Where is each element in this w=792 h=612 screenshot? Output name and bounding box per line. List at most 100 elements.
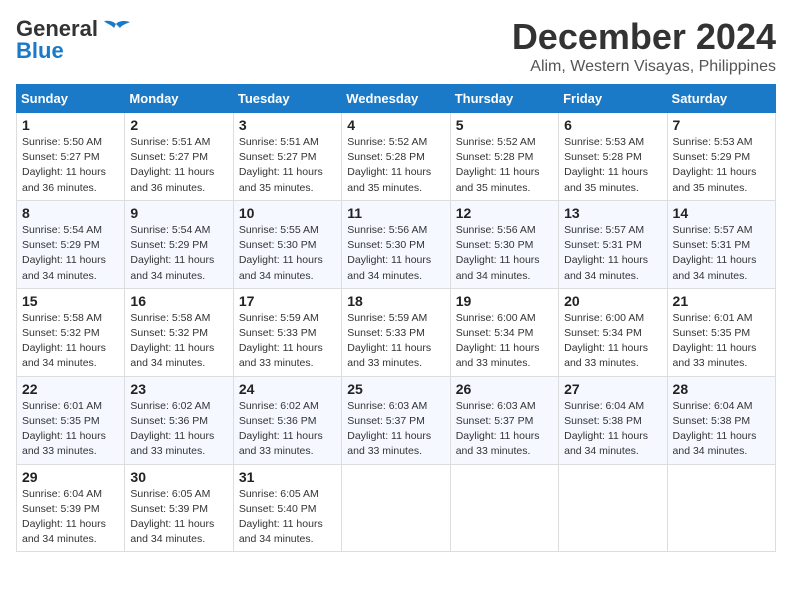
calendar-cell: 20Sunrise: 6:00 AMSunset: 5:34 PMDayligh… (559, 288, 667, 376)
day-number: 24 (239, 381, 336, 397)
calendar-cell: 24 Sunrise: 6:02 AMSunset: 5:36 PMDayligh… (233, 376, 341, 464)
day-info: Sunrise: 5:57 AMSunset: 5:31 PMDaylight:… (673, 223, 770, 284)
calendar-cell: 10Sunrise: 5:55 AMSunset: 5:30 PMDayligh… (233, 200, 341, 288)
calendar-cell: 4Sunrise: 5:52 AMSunset: 5:28 PMDaylight… (342, 113, 450, 201)
calendar-cell (559, 464, 667, 552)
day-info: Sunrise: 5:53 AMSunset: 5:29 PMDaylight:… (673, 135, 770, 196)
calendar-cell: 14 Sunrise: 5:57 AMSunset: 5:31 PMDayligh… (667, 200, 775, 288)
day-number: 29 (22, 469, 119, 485)
day-info: Sunrise: 5:51 AMSunset: 5:27 PMDaylight:… (130, 135, 227, 196)
day-number: 28 (673, 381, 770, 397)
day-info: Sunrise: 6:02 AMSunset: 5:36 PMDaylight:… (130, 399, 227, 460)
day-number: 19 (456, 293, 553, 309)
calendar-cell: 18 Sunrise: 5:59 AMSunset: 5:33 PMDayligh… (342, 288, 450, 376)
day-info: Sunrise: 5:51 AMSunset: 5:27 PMDaylight:… (239, 135, 336, 196)
day-number: 21 (673, 293, 770, 309)
calendar-cell: 28 Sunrise: 6:04 AMSunset: 5:38 PMDayligh… (667, 376, 775, 464)
day-info: Sunrise: 5:58 AMSunset: 5:32 PMDaylight:… (130, 311, 227, 372)
day-info: Sunrise: 6:00 AMSunset: 5:34 PMDaylight:… (456, 311, 553, 372)
day-info: Sunrise: 6:04 AMSunset: 5:39 PMDaylight:… (22, 487, 119, 548)
calendar-day-header: Friday (559, 85, 667, 113)
calendar-cell (667, 464, 775, 552)
calendar-day-header: Monday (125, 85, 233, 113)
day-number: 18 (347, 293, 444, 309)
day-info: Sunrise: 5:55 AMSunset: 5:30 PMDaylight:… (239, 223, 336, 284)
calendar-cell: 23 Sunrise: 6:02 AMSunset: 5:36 PMDayligh… (125, 376, 233, 464)
day-info: Sunrise: 6:02 AMSunset: 5:36 PMDaylight:… (239, 399, 336, 460)
day-number: 5 (456, 117, 553, 133)
calendar-cell: 13 Sunrise: 5:57 AMSunset: 5:31 PMDayligh… (559, 200, 667, 288)
day-number: 30 (130, 469, 227, 485)
day-number: 16 (130, 293, 227, 309)
calendar-cell: 3 Sunrise: 5:51 AMSunset: 5:27 PMDaylight… (233, 113, 341, 201)
page-subtitle: Alim, Western Visayas, Philippines (512, 58, 776, 76)
day-info: Sunrise: 6:00 AMSunset: 5:34 PMDaylight:… (564, 311, 661, 372)
day-number: 31 (239, 469, 336, 485)
day-info: Sunrise: 5:54 AMSunset: 5:29 PMDaylight:… (22, 223, 119, 284)
day-number: 13 (564, 205, 661, 221)
calendar-cell: 29 Sunrise: 6:04 AMSunset: 5:39 PMDayligh… (17, 464, 125, 552)
day-number: 3 (239, 117, 336, 133)
calendar-week-row: 1 Sunrise: 5:50 AMSunset: 5:27 PMDaylight… (17, 113, 776, 201)
calendar-cell: 30 Sunrise: 6:05 AMSunset: 5:39 PMDayligh… (125, 464, 233, 552)
calendar-body: 1 Sunrise: 5:50 AMSunset: 5:27 PMDaylight… (17, 113, 776, 552)
calendar-cell: 12 Sunrise: 5:56 AMSunset: 5:30 PMDayligh… (450, 200, 558, 288)
day-info: Sunrise: 6:03 AMSunset: 5:37 PMDaylight:… (347, 399, 444, 460)
calendar-table: SundayMondayTuesdayWednesdayThursdayFrid… (16, 84, 776, 552)
day-info: Sunrise: 5:58 AMSunset: 5:32 PMDaylight:… (22, 311, 119, 372)
calendar-week-row: 29 Sunrise: 6:04 AMSunset: 5:39 PMDayligh… (17, 464, 776, 552)
calendar-cell: 22Sunrise: 6:01 AMSunset: 5:35 PMDayligh… (17, 376, 125, 464)
calendar-cell: 19 Sunrise: 6:00 AMSunset: 5:34 PMDayligh… (450, 288, 558, 376)
calendar-day-header: Wednesday (342, 85, 450, 113)
calendar-day-header: Saturday (667, 85, 775, 113)
calendar-cell: 6 Sunrise: 5:53 AMSunset: 5:28 PMDaylight… (559, 113, 667, 201)
calendar-week-row: 8 Sunrise: 5:54 AMSunset: 5:29 PMDaylight… (17, 200, 776, 288)
calendar-header: SundayMondayTuesdayWednesdayThursdayFrid… (17, 85, 776, 113)
day-info: Sunrise: 5:56 AMSunset: 5:30 PMDaylight:… (456, 223, 553, 284)
day-info: Sunrise: 5:53 AMSunset: 5:28 PMDaylight:… (564, 135, 661, 196)
calendar-day-header: Tuesday (233, 85, 341, 113)
calendar-cell: 31 Sunrise: 6:05 AMSunset: 5:40 PMDayligh… (233, 464, 341, 552)
day-info: Sunrise: 5:50 AMSunset: 5:27 PMDaylight:… (22, 135, 119, 196)
calendar-day-header: Thursday (450, 85, 558, 113)
day-number: 1 (22, 117, 119, 133)
calendar-cell: 2 Sunrise: 5:51 AMSunset: 5:27 PMDaylight… (125, 113, 233, 201)
day-number: 11 (347, 205, 444, 221)
day-number: 12 (456, 205, 553, 221)
day-info: Sunrise: 5:59 AMSunset: 5:33 PMDaylight:… (347, 311, 444, 372)
calendar-cell: 15 Sunrise: 5:58 AMSunset: 5:32 PMDayligh… (17, 288, 125, 376)
day-number: 14 (673, 205, 770, 221)
day-info: Sunrise: 6:04 AMSunset: 5:38 PMDaylight:… (564, 399, 661, 460)
day-number: 7 (673, 117, 770, 133)
calendar-cell: 16 Sunrise: 5:58 AMSunset: 5:32 PMDayligh… (125, 288, 233, 376)
calendar-cell: 7 Sunrise: 5:53 AMSunset: 5:29 PMDaylight… (667, 113, 775, 201)
day-info: Sunrise: 6:05 AMSunset: 5:39 PMDaylight:… (130, 487, 227, 548)
page-header: General Blue December 2024 Alim, Western… (16, 16, 776, 76)
day-info: Sunrise: 6:05 AMSunset: 5:40 PMDaylight:… (239, 487, 336, 548)
calendar-cell: 25Sunrise: 6:03 AMSunset: 5:37 PMDayligh… (342, 376, 450, 464)
day-number: 2 (130, 117, 227, 133)
logo-bird-icon (102, 20, 130, 38)
day-info: Sunrise: 6:04 AMSunset: 5:38 PMDaylight:… (673, 399, 770, 460)
day-number: 26 (456, 381, 553, 397)
day-number: 15 (22, 293, 119, 309)
calendar-cell: 11Sunrise: 5:56 AMSunset: 5:30 PMDayligh… (342, 200, 450, 288)
calendar-cell: 9 Sunrise: 5:54 AMSunset: 5:29 PMDaylight… (125, 200, 233, 288)
calendar-cell: 17Sunrise: 5:59 AMSunset: 5:33 PMDayligh… (233, 288, 341, 376)
day-number: 6 (564, 117, 661, 133)
calendar-cell: 27 Sunrise: 6:04 AMSunset: 5:38 PMDayligh… (559, 376, 667, 464)
day-number: 23 (130, 381, 227, 397)
calendar-cell: 8 Sunrise: 5:54 AMSunset: 5:29 PMDaylight… (17, 200, 125, 288)
day-number: 22 (22, 381, 119, 397)
day-number: 17 (239, 293, 336, 309)
day-info: Sunrise: 5:57 AMSunset: 5:31 PMDaylight:… (564, 223, 661, 284)
day-number: 9 (130, 205, 227, 221)
logo: General Blue (16, 16, 130, 64)
day-number: 8 (22, 205, 119, 221)
day-info: Sunrise: 5:52 AMSunset: 5:28 PMDaylight:… (347, 135, 444, 196)
day-info: Sunrise: 5:54 AMSunset: 5:29 PMDaylight:… (130, 223, 227, 284)
calendar-cell (342, 464, 450, 552)
calendar-week-row: 22Sunrise: 6:01 AMSunset: 5:35 PMDayligh… (17, 376, 776, 464)
day-info: Sunrise: 6:01 AMSunset: 5:35 PMDaylight:… (673, 311, 770, 372)
day-number: 27 (564, 381, 661, 397)
